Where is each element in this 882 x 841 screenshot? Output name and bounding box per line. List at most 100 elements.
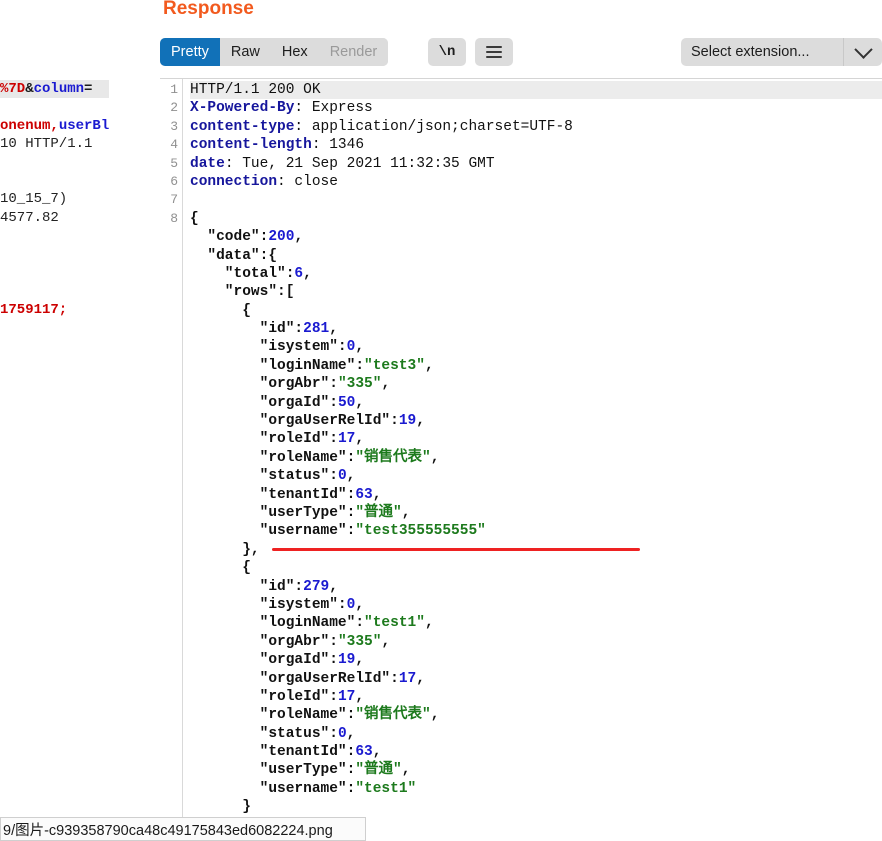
code-token: "roleId": [190,431,338,448]
code-token: , [424,615,434,632]
code-token: 0 [337,725,347,742]
request-token: column [33,81,85,97]
code-token: , [372,486,382,503]
code-token: "335" [337,376,382,393]
code-line: "loginName":"test1", [190,614,882,632]
code-line: "roleName":"销售代表", [190,706,882,724]
view-tab-raw[interactable]: Raw [219,38,271,66]
code-token: , [401,504,411,521]
code-line: "roleName":"销售代表", [190,449,882,467]
line-number: 8 [170,210,178,226]
response-body-editor[interactable]: 12345678 HTTP/1.1 200 OK X-Powered-By: Ex… [160,78,882,819]
request-line: onenum,userBl [0,117,109,135]
view-tab-pretty[interactable]: Pretty [160,38,220,66]
code-line: "roleId":17, [190,430,882,448]
request-token: = [84,81,93,97]
code-token: "isystem": [190,339,347,356]
code-token: : Tue, 21 Sep 2021 11:32:35 GMT [224,155,495,172]
extension-select[interactable]: Select extension... [681,38,882,66]
code-line: X-Powered-By: Express [190,99,882,117]
code-token: , [355,688,365,705]
code-token: "code": [190,229,269,246]
red-underline-annotation [272,548,640,551]
newline-toggle-button[interactable]: \n [428,38,466,66]
code-token: "orgAbr": [190,376,338,393]
status-bar-filename: 9/图片-c939358790ca48c49175843ed6082224.pn… [0,817,366,841]
code-line: "orgaUserRelId":17, [190,670,882,688]
code-token: "orgaId": [190,652,338,669]
code-token: "loginName": [190,615,365,632]
code-token: , [401,762,411,779]
code-token: , [294,229,304,246]
code-token: } [190,799,251,816]
code-line: "orgaId":50, [190,394,882,412]
code-line: "tenantId":63, [190,486,882,504]
code-token: "test3" [364,357,425,374]
code-token: 19 [398,413,417,430]
code-token: "orgaUserRelId": [190,413,399,430]
code-line: "isystem":0, [190,596,882,614]
request-line: 1759117; [0,301,109,319]
code-token: "isystem": [190,596,347,613]
response-code: HTTP/1.1 200 OK X-Powered-By: Express cont… [190,81,882,817]
code-token: { [190,560,251,577]
line-number: 6 [170,173,178,189]
code-token: , [355,431,365,448]
view-tab-hex[interactable]: Hex [270,38,319,66]
code-token: connection [190,173,278,190]
code-line: { [190,302,882,320]
request-line [0,227,109,245]
code-token: : Express [294,100,373,117]
code-token: content-length [190,137,312,154]
code-token: "status": [190,468,338,485]
code-token: , [346,725,356,742]
code-token: "普通" [355,504,402,521]
code-token: 17 [337,688,356,705]
code-line: "isystem":0, [190,338,882,356]
code-token: "335" [337,633,382,650]
code-token: "userType": [190,504,356,521]
code-token: "username": [190,780,356,797]
code-token: HTTP/1.1 200 OK [190,82,321,98]
hamburger-icon[interactable] [475,38,513,66]
code-line: "orgAbr":"335", [190,633,882,651]
code-token: "test355555555" [355,523,486,540]
request-line [0,246,109,264]
code-token: "id": [190,321,304,338]
code-token: : 1346 [311,137,365,154]
code-line: "orgaId":19, [190,651,882,669]
code-line: "roleId":17, [190,688,882,706]
code-token: 279 [303,578,330,595]
line-number: 5 [170,155,178,171]
code-token: { [190,302,251,319]
code-token: 63 [355,486,373,503]
pane-splitter[interactable] [141,0,292,818]
response-view-tabs[interactable]: Pretty Raw Hex Render [160,38,389,66]
code-token: "orgaUserRelId": [190,670,399,687]
request-code-clipped: %7D&column= onenum,userBl 10 HTTP/1.1 10_… [0,80,110,319]
request-line [0,154,109,172]
code-token: X-Powered-By [190,100,295,117]
code-token: "test1" [355,780,417,797]
request-token: onenum, [0,117,59,134]
code-line: content-type: application/json;charset=U… [190,118,882,136]
line-number: 4 [170,137,178,153]
code-token: , [416,413,425,430]
code-token: 63 [355,744,373,761]
chevron-down-icon[interactable] [843,38,882,66]
code-token: , [355,596,365,613]
code-token: , [416,670,425,687]
code-line: "rows":[ [190,283,882,301]
code-token: "total": [190,265,295,282]
code-token: : close [277,173,338,190]
request-pane[interactable]: %7D&column= onenum,userBl 10 HTTP/1.1 10_… [0,0,148,818]
code-token: 50 [337,394,356,411]
code-token: , [303,265,312,282]
request-token: 1759117; [0,301,68,318]
code-token: "tenantId": [190,486,356,503]
code-token: , [424,357,434,374]
code-token: "orgaId": [190,394,338,411]
code-line: "status":0, [190,467,882,485]
code-line: "id":281, [190,320,882,338]
